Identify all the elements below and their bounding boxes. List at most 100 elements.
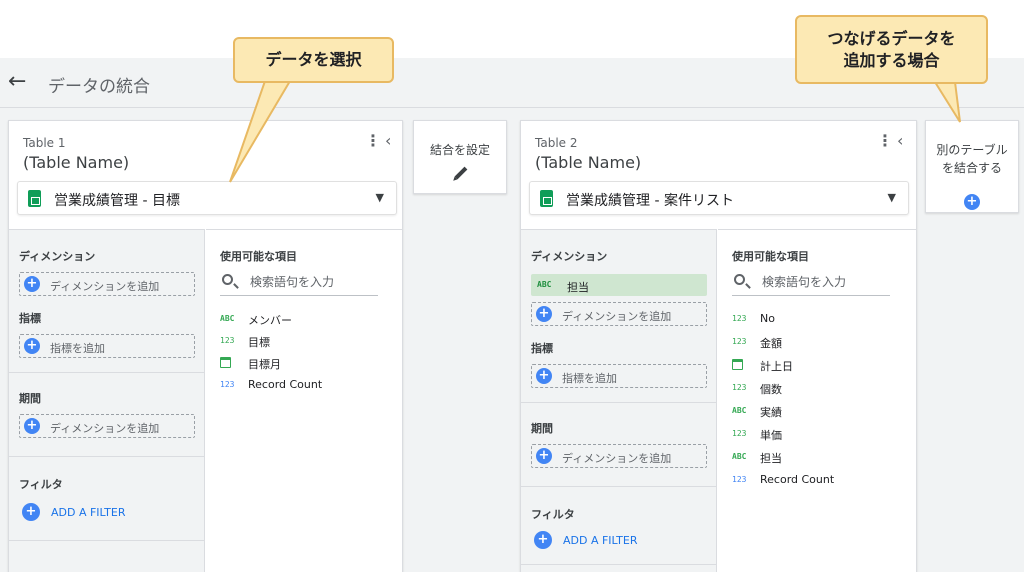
divider [521, 564, 717, 565]
add-period-label: ディメンションを追加 [562, 452, 672, 465]
dropdown-arrow-icon: ▼ [375, 191, 384, 204]
table-2-collapse-icon[interactable]: ‹ [897, 131, 903, 150]
field-search-input[interactable] [762, 272, 886, 292]
add-icon: + [24, 338, 40, 354]
field-label: 単価 [760, 429, 782, 442]
divider [9, 456, 205, 457]
add-filter-button[interactable]: + ADD A FILTER [531, 530, 681, 550]
filter-section-title: フィルタ [531, 508, 575, 521]
table-1-more-menu-icon[interactable]: ⋮ [365, 131, 381, 150]
table-1-available-fields: 使用可能な項目 ABC メンバー 123 目標 目標月 123 Record C… [206, 229, 402, 572]
table-2-name[interactable]: (Table Name) [535, 153, 641, 172]
add-metric-label: 指標を追加 [562, 372, 617, 385]
field-label: 担当 [760, 452, 782, 465]
add-dimension-dropzone[interactable]: + ディメンションを追加 [19, 272, 195, 296]
callout-add-data: つなげるデータを 追加する場合 [795, 15, 988, 84]
table-2-source-label: 営業成績管理 - 案件リスト [566, 193, 734, 209]
table-2-more-menu-icon[interactable]: ⋮ [877, 131, 893, 150]
add-dimension-label: ディメンションを追加 [50, 280, 160, 293]
back-arrow-icon[interactable]: ← [8, 70, 26, 94]
text-type-icon: ABC [732, 452, 747, 461]
table-1-source-label: 営業成績管理 - 目標 [54, 193, 180, 209]
table-1-source-select[interactable]: 営業成績管理 - 目標 ▼ [17, 181, 397, 215]
field-label: 目標月 [248, 358, 281, 371]
add-metric-dropzone[interactable]: + 指標を追加 [531, 364, 707, 388]
add-filter-label: ADD A FILTER [563, 534, 638, 547]
field-label: No [760, 312, 775, 325]
field-label: 個数 [760, 383, 782, 396]
configure-join-button[interactable]: 結合を設定 [413, 120, 507, 194]
table-1-title: Table 1 [23, 136, 66, 150]
dropdown-arrow-icon: ▼ [887, 191, 896, 204]
sheets-icon [540, 190, 553, 207]
field-label: 計上日 [760, 360, 793, 373]
add-dimension-label: ディメンションを追加 [562, 310, 672, 323]
add-period-dropzone[interactable]: + ディメンションを追加 [531, 444, 707, 468]
add-icon: + [964, 194, 980, 210]
field-search-input[interactable] [250, 272, 374, 292]
add-icon: + [536, 306, 552, 322]
table-2-card: Table 2 (Table Name) ⋮ ‹ 営業成績管理 - 案件リスト … [520, 120, 917, 572]
add-metric-label: 指標を追加 [50, 342, 105, 355]
field-label: メンバー [248, 314, 292, 327]
number-type-icon: 123 [220, 380, 235, 389]
field-label: 目標 [248, 336, 270, 349]
add-period-label: ディメンションを追加 [50, 422, 160, 435]
table-1-header: Table 1 (Table Name) ⋮ ‹ 営業成績管理 - 目標 ▼ [9, 121, 402, 229]
available-fields-title: 使用可能な項目 [732, 250, 809, 263]
add-filter-label: ADD A FILTER [51, 506, 126, 519]
metric-section-title: 指標 [531, 342, 553, 355]
pencil-icon [454, 166, 468, 180]
table-1-name[interactable]: (Table Name) [23, 153, 129, 172]
table-1-config-pane: ディメンション + ディメンションを追加 指標 + 指標を追加 期間 + ディメ… [9, 229, 205, 572]
add-table-button[interactable]: 別のテーブル を結合する + [925, 120, 1019, 213]
add-filter-button[interactable]: + ADD A FILTER [19, 502, 169, 522]
number-type-icon: 123 [732, 429, 747, 438]
field-search [220, 270, 378, 296]
dimension-chip[interactable]: ABC 担当 [531, 274, 707, 296]
dimension-section-title: ディメンション [19, 250, 96, 263]
add-metric-dropzone[interactable]: + 指標を追加 [19, 334, 195, 358]
metric-section-title: 指標 [19, 312, 41, 325]
search-icon [222, 274, 233, 285]
text-type-icon: ABC [732, 406, 747, 415]
calendar-icon [220, 357, 231, 368]
filter-section-title: フィルタ [19, 478, 63, 491]
add-icon: + [536, 448, 552, 464]
number-type-icon: 123 [732, 337, 747, 346]
text-type-icon: ABC [220, 314, 235, 323]
add-dimension-dropzone[interactable]: + ディメンションを追加 [531, 302, 707, 326]
table-1-collapse-icon[interactable]: ‹ [385, 131, 391, 150]
configure-join-label: 結合を設定 [429, 143, 490, 157]
add-period-dropzone[interactable]: + ディメンションを追加 [19, 414, 195, 438]
add-table-label-line1: 別のテーブル [936, 143, 1008, 157]
add-icon: + [24, 276, 40, 292]
field-label: Record Count [248, 378, 323, 391]
table-2-source-select[interactable]: 営業成績管理 - 案件リスト ▼ [529, 181, 909, 215]
available-fields-title: 使用可能な項目 [220, 250, 297, 263]
callout-select-data: データを選択 [233, 37, 394, 83]
add-icon: + [24, 418, 40, 434]
add-icon: + [534, 531, 552, 549]
table-2-header: Table 2 (Table Name) ⋮ ‹ 営業成績管理 - 案件リスト … [521, 121, 916, 229]
add-icon: + [536, 368, 552, 384]
field-label: 金額 [760, 337, 782, 350]
period-section-title: 期間 [531, 422, 553, 435]
chip-label: 担当 [567, 281, 589, 294]
number-type-icon: 123 [732, 383, 747, 392]
table-2-config-pane: ディメンション ABC 担当 + ディメンションを追加 指標 + 指標を追加 期… [521, 229, 717, 572]
search-icon [734, 274, 745, 285]
text-type-icon: ABC [537, 280, 552, 289]
number-type-icon: 123 [732, 475, 747, 484]
field-search [732, 270, 890, 296]
divider [9, 372, 205, 373]
number-type-icon: 123 [220, 336, 235, 345]
calendar-icon [732, 359, 743, 370]
table-2-available-fields: 使用可能な項目 123 No 123 金額 計上日 123 個数 ABC 実績 … [718, 229, 916, 572]
add-icon: + [22, 503, 40, 521]
field-label: 実績 [760, 406, 782, 419]
period-section-title: 期間 [19, 392, 41, 405]
divider [521, 486, 717, 487]
add-table-label-line2: を結合する [941, 161, 1002, 175]
table-1-card: Table 1 (Table Name) ⋮ ‹ 営業成績管理 - 目標 ▼ デ… [8, 120, 403, 572]
